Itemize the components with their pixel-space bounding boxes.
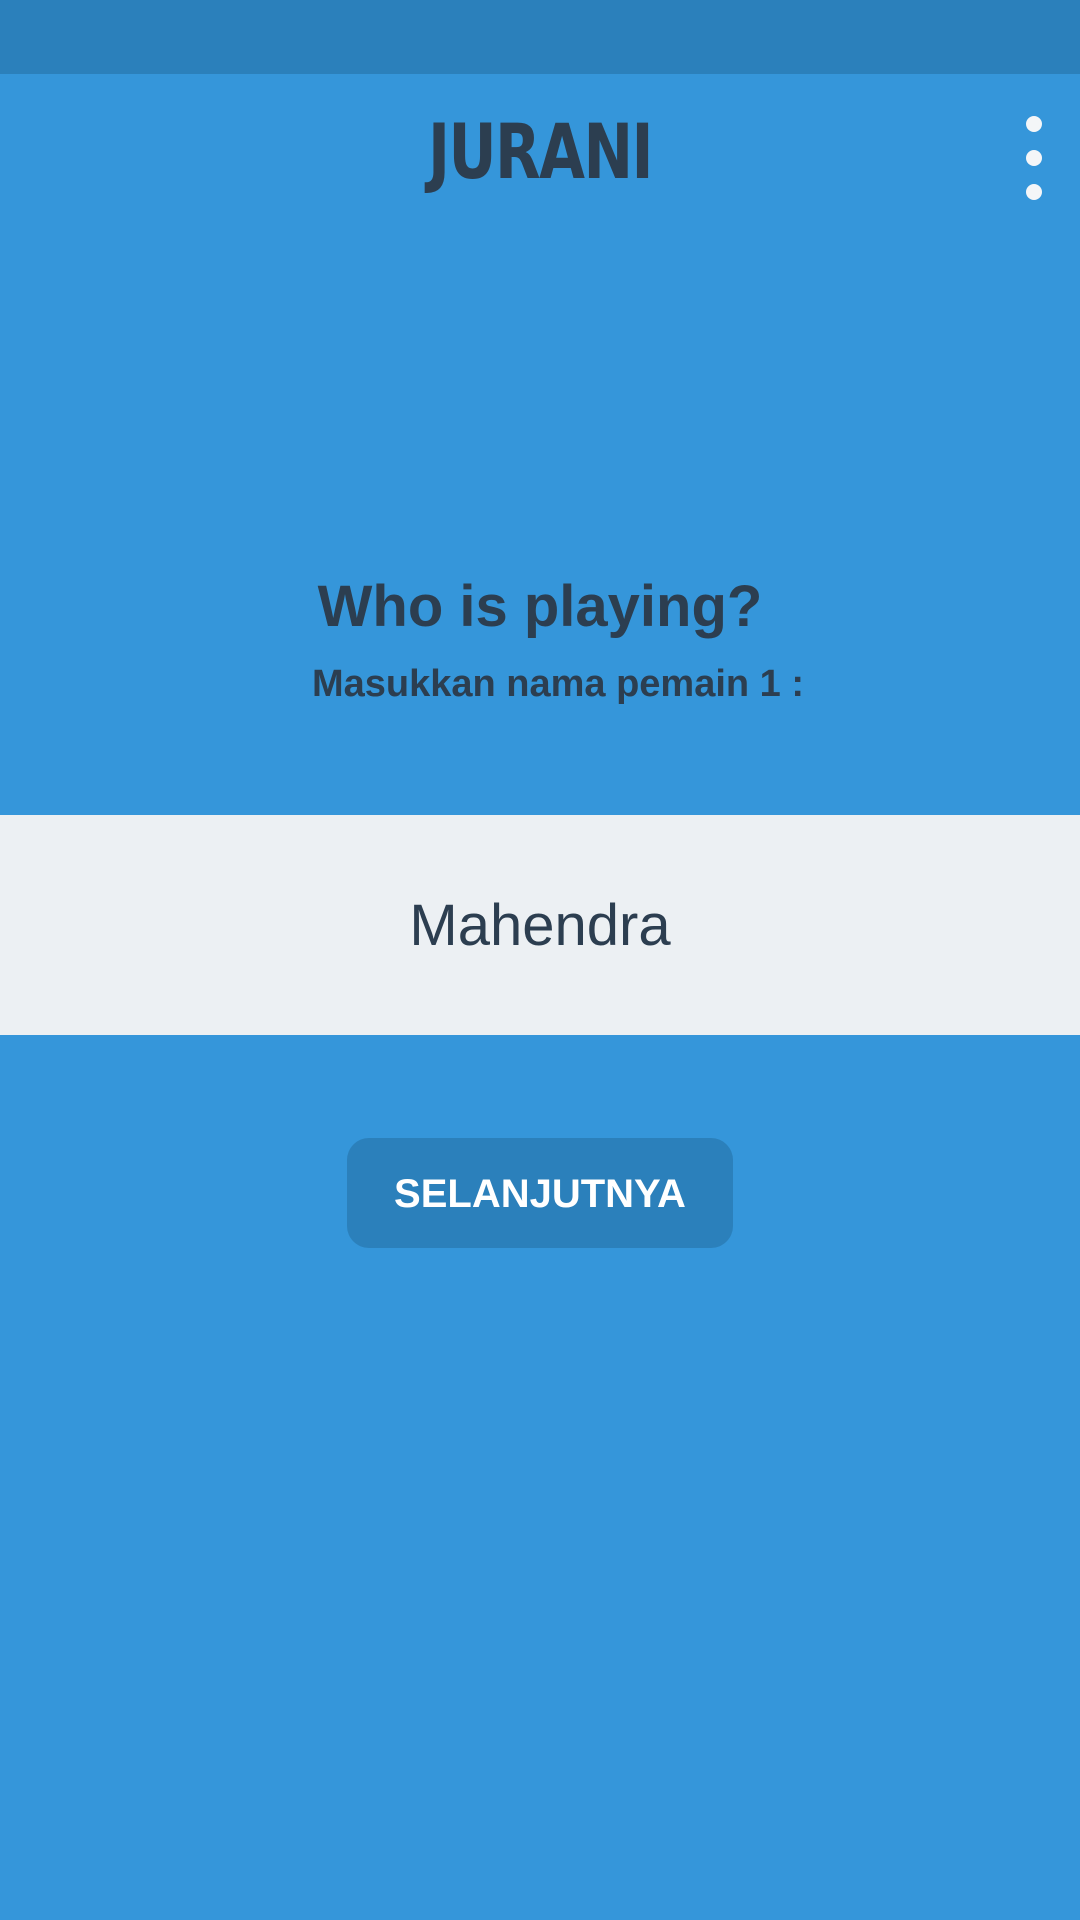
page-title: Who is playing? xyxy=(317,574,763,639)
player-name-input[interactable] xyxy=(0,815,1080,1035)
player-name-prompt: Masukkan nama pemain 1 : xyxy=(311,663,805,705)
status-bar xyxy=(0,0,1080,74)
overflow-menu-button[interactable] xyxy=(1002,108,1066,208)
app-bar: JURANI xyxy=(0,74,1080,244)
next-button[interactable]: SELANJUTNYA xyxy=(347,1138,733,1248)
app-logo: JURANI xyxy=(427,107,654,196)
